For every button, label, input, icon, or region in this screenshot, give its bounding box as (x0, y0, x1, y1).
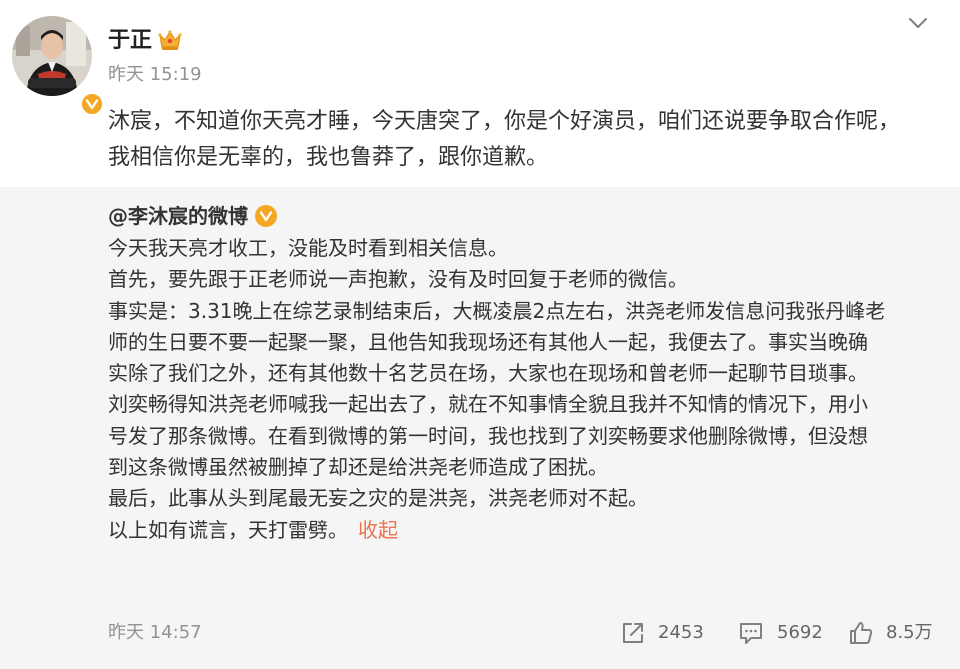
like-icon (850, 622, 873, 644)
quoted-text-line: 今天我天亮才收工，没能及时看到相关信息。 (108, 236, 508, 260)
quoted-text: 今天我天亮才收工，没能及时看到相关信息。 首先，要先跟于正老师说一声抱歉，没有及… (108, 233, 938, 546)
author-name[interactable]: 于正 (108, 27, 152, 55)
quoted-author-link[interactable]: @李沐宸的微博 (108, 202, 248, 230)
comment-icon (740, 623, 762, 644)
quoted-text-line: 事实是：3.31晚上在综艺录制结束后，大概凌晨2点左右，洪尧老师发信息问我张丹峰… (108, 298, 886, 323)
verified-badge-icon (255, 205, 277, 227)
avatar[interactable] (12, 16, 104, 116)
post-text-line: 沐宸，不知道你天亮才睡，今天唐突了，你是个好演员，咱们还说要争取合作呢， (108, 109, 901, 134)
repost-button[interactable]: 2453 (620, 617, 704, 649)
post-text-line: 我相信你是无辜的，我也鲁莽了，跟你道歉。 (108, 145, 549, 170)
like-count: 8.5万 (886, 622, 933, 643)
quoted-text-line: 师的生日要不要一起聚一聚，且他告知我现场还有其他人一起，我便去了。事实当晚确 (108, 329, 868, 354)
quoted-text-line: 最后，此事从头到尾最无妄之灾的是洪尧，洪尧老师对不起。 (108, 486, 648, 511)
quoted-footer: 昨天 14:57 2453 5692 8.5万 (0, 617, 960, 653)
quoted-text-line: 实除了我们之外，还有其他数十名艺员在场，大家也在现场和曾老师一起聊节目琐事。 (108, 361, 868, 386)
repost-count: 2453 (658, 622, 704, 643)
post-text: 沐宸，不知道你天亮才睡，今天唐突了，你是个好演员，咱们还说要争取合作呢， 我相信… (108, 104, 928, 176)
quoted-text-line-content: 以上如有谎言，天打雷劈。 (108, 517, 348, 542)
crown-icon[interactable] (157, 28, 183, 52)
post-time[interactable]: 昨天 15:19 (108, 63, 202, 87)
quoted-text-line: 刘奕畅得知洪尧老师喊我一起出去了，就在不知事情全貌且我并不知情的情况下，用小 (108, 392, 868, 417)
quoted-author-row: @李沐宸的微博 (108, 202, 278, 230)
quoted-post[interactable]: @李沐宸的微博 今天我天亮才收工，没能及时看到相关信息。 首先，要先跟于正老师说… (0, 187, 960, 669)
repost-icon (623, 623, 643, 643)
quoted-time[interactable]: 昨天 14:57 (108, 621, 202, 645)
quoted-text-line: 号发了那条微博。在看到微博的第一时间，我也找到了刘奕畅要求他删除微博，但没想 (108, 423, 868, 448)
comment-button[interactable]: 5692 (737, 617, 823, 649)
quoted-text-line: 首先，要先跟于正老师说一声抱歉，没有及时回复于老师的微信。 (108, 267, 688, 292)
chevron-down-icon[interactable] (906, 14, 930, 32)
weibo-post: 于正 昨天 15:19 沐宸，不知道你天亮才睡，今天唐突了，你是个好演员，咱们还… (0, 0, 960, 669)
comment-count: 5692 (777, 622, 823, 643)
quoted-text-line-last: 以上如有谎言，天打雷劈。 收起 (108, 515, 938, 546)
verified-badge-icon (80, 92, 104, 116)
collapse-link[interactable]: 收起 (358, 518, 398, 542)
quoted-text-line: 到这条微博虽然被删掉了却还是给洪尧老师造成了困扰。 (108, 455, 608, 480)
like-button[interactable]: 8.5万 (848, 617, 933, 649)
